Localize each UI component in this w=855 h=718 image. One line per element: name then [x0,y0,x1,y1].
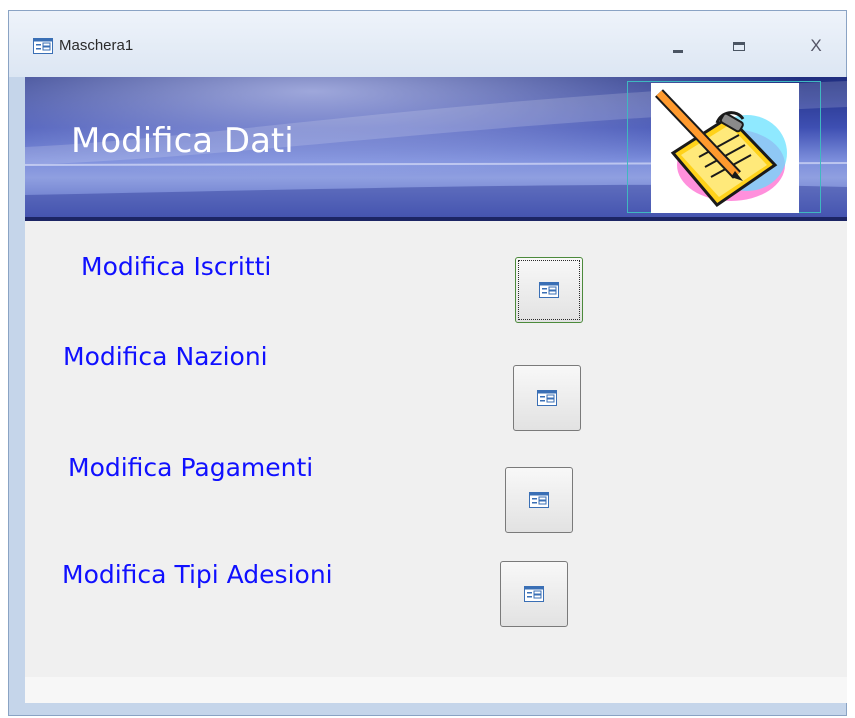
close-button[interactable]: X [799,31,833,61]
form-icon [529,492,549,508]
label-modifica-pagamenti: Modifica Pagamenti [68,453,314,482]
label-modifica-nazioni: Modifica Nazioni [63,342,268,371]
modifica-nazioni-button[interactable] [513,365,581,431]
form-footer [25,677,847,703]
label-modifica-tipi-adesioni: Modifica Tipi Adesioni [62,560,333,589]
form-icon [524,586,544,602]
modifica-iscritti-button[interactable] [515,257,583,323]
form-body: Modifica Dati Modifica Iscritti Modifica… [25,77,847,703]
modifica-tipi-adesioni-button[interactable] [500,561,568,627]
title-bar[interactable]: Maschera1 X [9,11,846,77]
header-title: Modifica Dati [71,121,294,161]
modifica-pagamenti-button[interactable] [505,467,573,533]
clipboard-pencil-icon [655,89,787,208]
form-icon [33,38,53,54]
window-title: Maschera1 [59,37,134,54]
maximize-button[interactable] [722,31,756,61]
maximize-icon [733,42,745,51]
minimize-button[interactable] [661,31,695,61]
form-window: Maschera1 X Modifica Dati Modifica Iscri… [8,10,847,716]
form-icon [537,390,557,406]
header-divider [25,217,847,221]
clipboard-logo [651,83,799,213]
close-icon: X [810,36,822,55]
label-modifica-iscritti: Modifica Iscritti [81,252,272,281]
minimize-icon [673,50,683,53]
form-icon [539,282,559,298]
form-header: Modifica Dati [25,77,847,221]
